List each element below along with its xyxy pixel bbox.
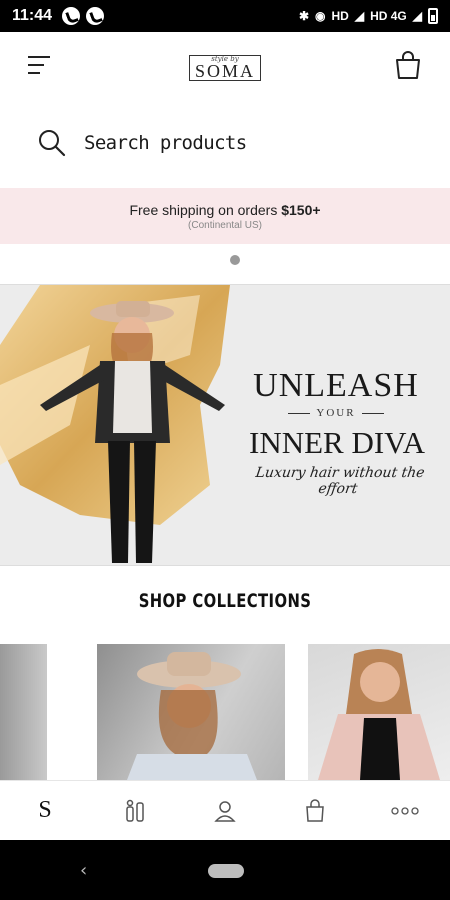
signal-icon-2: ◢ — [412, 9, 422, 23]
promo-amount: $150+ — [281, 202, 321, 218]
signal-icon: ◢ — [354, 9, 365, 23]
brand-logo[interactable]: style by SOMA — [188, 55, 261, 81]
promo-text: Free shipping on orders — [129, 202, 278, 218]
promo-note: (Continental US) — [188, 220, 262, 231]
account-icon — [214, 800, 236, 822]
banner-tagline: Luxury hair without the effort — [254, 465, 426, 497]
nav-cart[interactable] — [270, 781, 360, 840]
banner-line-2: YOUR — [236, 407, 436, 419]
carousel-indicator-dot[interactable] — [230, 255, 240, 265]
banner-line-1: UNLEASH — [253, 367, 419, 404]
home-pill-icon[interactable] — [208, 864, 244, 878]
back-icon[interactable]: ‹ — [80, 860, 87, 881]
call-icon — [62, 7, 81, 25]
whatsapp-icon — [86, 7, 105, 25]
status-bar: 11:44 ✱ ◉ HD ◢ HD 4G ◢ — [0, 0, 450, 32]
bluetooth-icon: ✱ — [298, 9, 310, 23]
status-time: 11:44 — [12, 7, 53, 24]
collection-tile[interactable] — [0, 644, 47, 780]
nav-home[interactable]: S — [0, 781, 90, 840]
banner-line-3: INNER DIVA — [249, 425, 425, 460]
nav-account[interactable] — [180, 781, 270, 840]
hamburger-menu-icon[interactable] — [28, 56, 52, 78]
search-input[interactable]: Search products — [84, 132, 247, 154]
collection-tile[interactable] — [97, 644, 285, 780]
network-label-2: HD 4G — [370, 9, 407, 23]
network-label: HD — [331, 9, 349, 23]
shopping-bag-icon[interactable] — [394, 50, 422, 80]
collection-photo — [318, 649, 440, 780]
model-photo — [40, 301, 225, 563]
section-title: SHOP COLLECTIONS — [138, 590, 312, 612]
products-icon — [126, 799, 144, 822]
more-icon — [391, 806, 419, 815]
collection-tile[interactable] — [308, 644, 450, 780]
cart-icon — [306, 798, 324, 822]
app-header: style by SOMA — [0, 32, 450, 102]
bottom-navigation: S — [0, 780, 450, 840]
collection-photo — [127, 652, 257, 780]
search-icon — [39, 130, 66, 157]
vibrate-icon: ◉ — [315, 9, 326, 23]
nav-more[interactable] — [360, 781, 450, 840]
shipping-promo-banner[interactable]: Free shipping on orders $150+ (Continent… — [0, 188, 450, 244]
logo-brand: SOMA — [194, 61, 255, 81]
home-logo-icon: S — [38, 797, 52, 823]
battery-icon — [428, 8, 438, 24]
hero-banner[interactable]: UNLEASH YOUR INNER DIVA Luxury hair with… — [0, 284, 450, 566]
search-bar[interactable]: Search products — [38, 118, 247, 168]
system-navigation-bar: ‹ — [0, 840, 450, 900]
nav-products[interactable] — [90, 781, 180, 840]
